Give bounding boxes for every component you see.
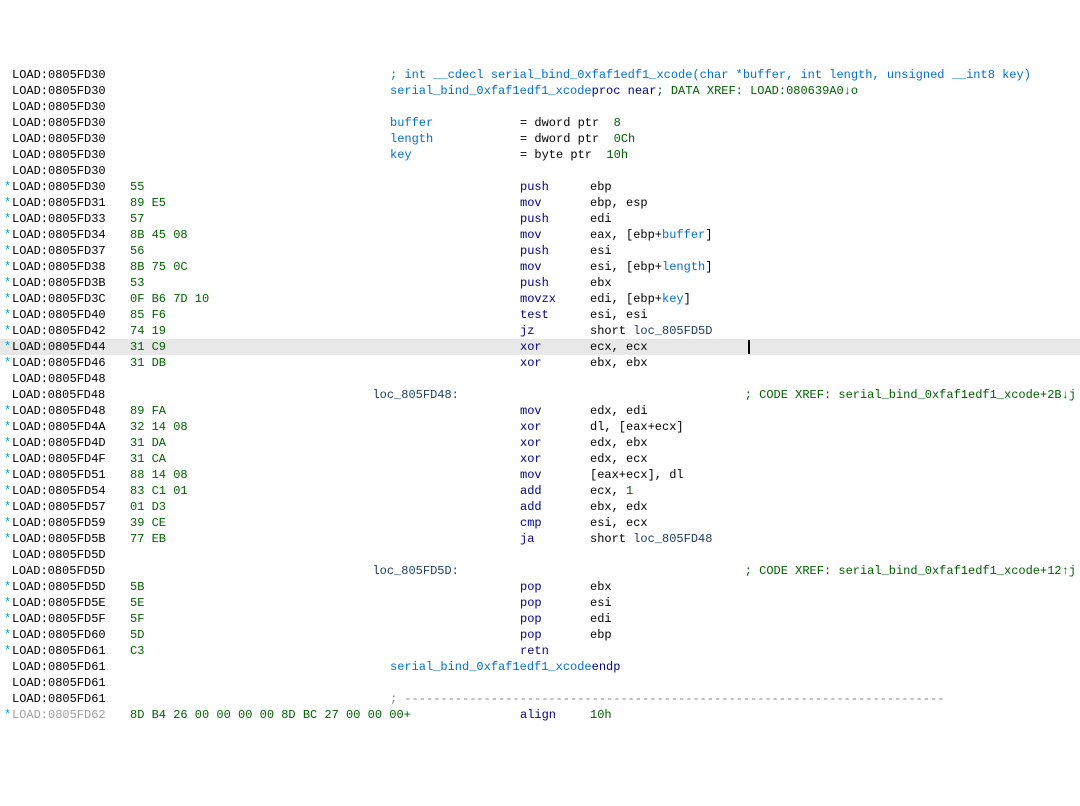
asm-line[interactable]: *LOAD:0805FD3357pushedi bbox=[0, 211, 1080, 227]
asm-line[interactable]: LOAD:0805FD61serial_bind_0xfaf1edf1_xcod… bbox=[0, 659, 1080, 675]
asm-line[interactable]: *LOAD:0805FD5939 CEcmpesi, ecx bbox=[0, 515, 1080, 531]
asm-line[interactable]: *LOAD:0805FD4274 19jzshort loc_805FD5D bbox=[0, 323, 1080, 339]
asm-line[interactable]: LOAD:0805FD30; int __cdecl serial_bind_0… bbox=[0, 67, 1080, 83]
asm-line[interactable]: *LOAD:0805FD628D B4 26 00 00 00 00 8D BC… bbox=[0, 707, 1080, 723]
asm-line[interactable]: LOAD:0805FD30key= byte ptr 10h bbox=[0, 147, 1080, 163]
asm-line[interactable]: *LOAD:0805FD5D5Bpopebx bbox=[0, 579, 1080, 595]
asm-line[interactable]: *LOAD:0805FD3189 E5movebp, esp bbox=[0, 195, 1080, 211]
asm-line[interactable]: *LOAD:0805FD4631 DBxorebx, ebx bbox=[0, 355, 1080, 371]
asm-line[interactable]: LOAD:0805FD30buffer= dword ptr 8 bbox=[0, 115, 1080, 131]
asm-line[interactable]: *LOAD:0805FD5E5Epopesi bbox=[0, 595, 1080, 611]
asm-line[interactable]: *LOAD:0805FD4A32 14 08xordl, [eax+ecx] bbox=[0, 419, 1080, 435]
asm-line[interactable]: *LOAD:0805FD4889 FAmovedx, edi bbox=[0, 403, 1080, 419]
asm-line[interactable]: *LOAD:0805FD5483 C1 01addecx, 1 bbox=[0, 483, 1080, 499]
asm-line[interactable]: *LOAD:0805FD5188 14 08mov[eax+ecx], dl bbox=[0, 467, 1080, 483]
asm-line[interactable]: LOAD:0805FD5Dloc_805FD5D:; CODE XREF: se… bbox=[0, 563, 1080, 579]
asm-line[interactable]: *LOAD:0805FD5B77 EBjashort loc_805FD48 bbox=[0, 531, 1080, 547]
asm-line[interactable]: LOAD:0805FD30 bbox=[0, 99, 1080, 115]
asm-line[interactable]: *LOAD:0805FD3055pushebp bbox=[0, 179, 1080, 195]
asm-line[interactable]: *LOAD:0805FD605Dpopebp bbox=[0, 627, 1080, 643]
asm-line[interactable]: LOAD:0805FD61; -------------------------… bbox=[0, 691, 1080, 707]
disassembly-listing[interactable]: LOAD:0805FD30; int __cdecl serial_bind_0… bbox=[0, 67, 1080, 723]
asm-line[interactable]: LOAD:0805FD30serial_bind_0xfaf1edf1_xcod… bbox=[0, 83, 1080, 99]
asm-line[interactable]: LOAD:0805FD61 bbox=[0, 675, 1080, 691]
asm-line[interactable]: LOAD:0805FD48 bbox=[0, 371, 1080, 387]
asm-line[interactable]: *LOAD:0805FD3C0F B6 7D 10movzxedi, [ebp+… bbox=[0, 291, 1080, 307]
asm-line[interactable]: LOAD:0805FD5D bbox=[0, 547, 1080, 563]
asm-line[interactable]: *LOAD:0805FD61C3retn bbox=[0, 643, 1080, 659]
asm-line[interactable]: *LOAD:0805FD348B 45 08moveax, [ebp+buffe… bbox=[0, 227, 1080, 243]
asm-line[interactable]: *LOAD:0805FD4F31 CAxoredx, ecx bbox=[0, 451, 1080, 467]
asm-line[interactable]: LOAD:0805FD30 bbox=[0, 163, 1080, 179]
asm-line[interactable]: *LOAD:0805FD4D31 DAxoredx, ebx bbox=[0, 435, 1080, 451]
asm-line[interactable]: *LOAD:0805FD5701 D3addebx, edx bbox=[0, 499, 1080, 515]
asm-line[interactable]: *LOAD:0805FD388B 75 0Cmovesi, [ebp+lengt… bbox=[0, 259, 1080, 275]
asm-line[interactable]: LOAD:0805FD30length= dword ptr 0Ch bbox=[0, 131, 1080, 147]
asm-line[interactable]: *LOAD:0805FD5F5Fpopedi bbox=[0, 611, 1080, 627]
asm-line[interactable]: *LOAD:0805FD4431 C9xorecx, ecx bbox=[0, 339, 1080, 355]
asm-line[interactable]: LOAD:0805FD48loc_805FD48:; CODE XREF: se… bbox=[0, 387, 1080, 403]
asm-line[interactable]: *LOAD:0805FD3B53pushebx bbox=[0, 275, 1080, 291]
asm-line[interactable]: *LOAD:0805FD3756pushesi bbox=[0, 243, 1080, 259]
text-caret bbox=[748, 340, 750, 354]
asm-line[interactable]: *LOAD:0805FD4085 F6testesi, esi bbox=[0, 307, 1080, 323]
